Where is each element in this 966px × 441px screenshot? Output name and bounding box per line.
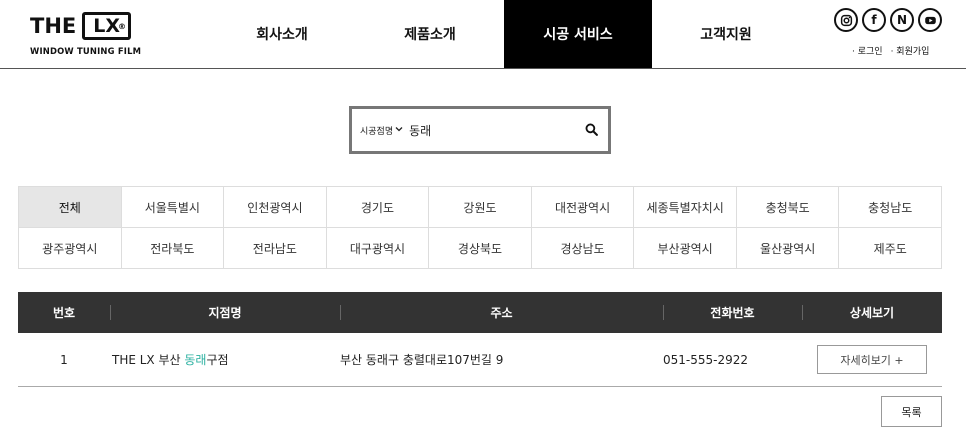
social-links: f N [834,8,942,32]
region-gyeonggi[interactable]: 경기도 [326,187,430,228]
naver-icon[interactable]: N [890,8,914,32]
search-input[interactable]: 동래 [409,122,574,139]
region-filter: 전체 서울특별시 인천광역시 경기도 강원도 대전광역시 세종특별자치시 충청북… [18,186,942,269]
row-phone: 051-555-2922 [663,352,749,367]
nav-products[interactable]: 제품소개 [356,0,504,68]
search-button[interactable] [574,110,608,150]
region-gyeongbuk[interactable]: 경상북도 [429,228,532,269]
region-gangwon[interactable]: 강원도 [429,187,532,228]
table-header: 번호 지점명 주소 전화번호 상세보기 [18,292,942,333]
header-phone: 전화번호 [663,292,802,333]
site-header: THE LX ® WINDOW TUNING FILM 회사소개 제품소개 시공 … [0,0,966,69]
region-gyeongnam[interactable]: 경상남도 [531,228,635,269]
search-type-select[interactable]: 시공점명 [360,124,403,137]
row-address: 부산 동래구 충렬대로107번길 9 [340,353,504,367]
chevron-down-icon [395,125,403,135]
instagram-icon[interactable] [834,8,858,32]
search-icon [585,121,598,140]
region-jeonbuk[interactable]: 전라북도 [121,228,225,269]
region-chungbuk[interactable]: 충청북도 [736,187,840,228]
row-detail-cell: 자세히보기 + [802,333,942,386]
nav-company[interactable]: 회사소개 [208,0,356,68]
region-gwangju[interactable]: 광주광역시 [19,228,122,269]
row-number: 1 [60,352,68,367]
region-busan[interactable]: 부산광역시 [634,228,737,269]
brand-logo[interactable]: THE LX ® WINDOW TUNING FILM [30,12,160,62]
member-links: · 로그인 · 회원가입 [852,44,929,57]
store-search: 시공점명 동래 [349,106,611,154]
list-button[interactable]: 목록 [881,396,942,427]
nav-support[interactable]: 고객지원 [652,0,800,68]
region-daejeon[interactable]: 대전광역시 [531,187,635,228]
nav-service[interactable]: 시공 서비스 [504,0,652,68]
region-seoul[interactable]: 서울특별시 [121,187,225,228]
search-type-label: 시공점명 [360,126,394,137]
logo-the: THE [30,14,77,38]
region-daegu[interactable]: 대구광역시 [326,228,430,269]
store-table: 번호 지점명 주소 전화번호 상세보기 1 THE LX 부산 동래 구점 부산 … [18,292,942,387]
login-link[interactable]: · 로그인 [852,44,883,57]
table-row: 1 THE LX 부산 동래 구점 부산 동래구 충렬대로107번길 9 051-… [18,333,942,387]
region-sejong[interactable]: 세종특별자치시 [634,187,737,228]
region-jeju[interactable]: 제주도 [839,228,942,269]
region-incheon[interactable]: 인천광역시 [224,187,327,228]
row-store-name: THE LX 부산 동래 구점 [112,353,229,367]
region-jeonnam[interactable]: 전라남도 [224,228,327,269]
region-chungnam[interactable]: 충청남도 [839,187,942,228]
logo-lx: LX ® [82,12,132,40]
region-ulsan[interactable]: 울산광역시 [736,228,840,269]
region-all[interactable]: 전체 [19,187,122,228]
logo-tagline: WINDOW TUNING FILM [30,46,142,56]
header-number: 번호 [52,306,76,320]
signup-link[interactable]: · 회원가입 [891,44,930,57]
header-address: 주소 [340,292,663,333]
main-nav: 회사소개 제품소개 시공 서비스 고객지원 [208,0,800,68]
youtube-icon[interactable] [918,8,942,32]
detail-button[interactable]: 자세히보기 + [817,345,927,374]
facebook-icon[interactable]: f [862,8,886,32]
search-highlight: 동래 [184,353,207,367]
header-store-name: 지점명 [110,292,340,333]
header-detail: 상세보기 [802,292,942,333]
